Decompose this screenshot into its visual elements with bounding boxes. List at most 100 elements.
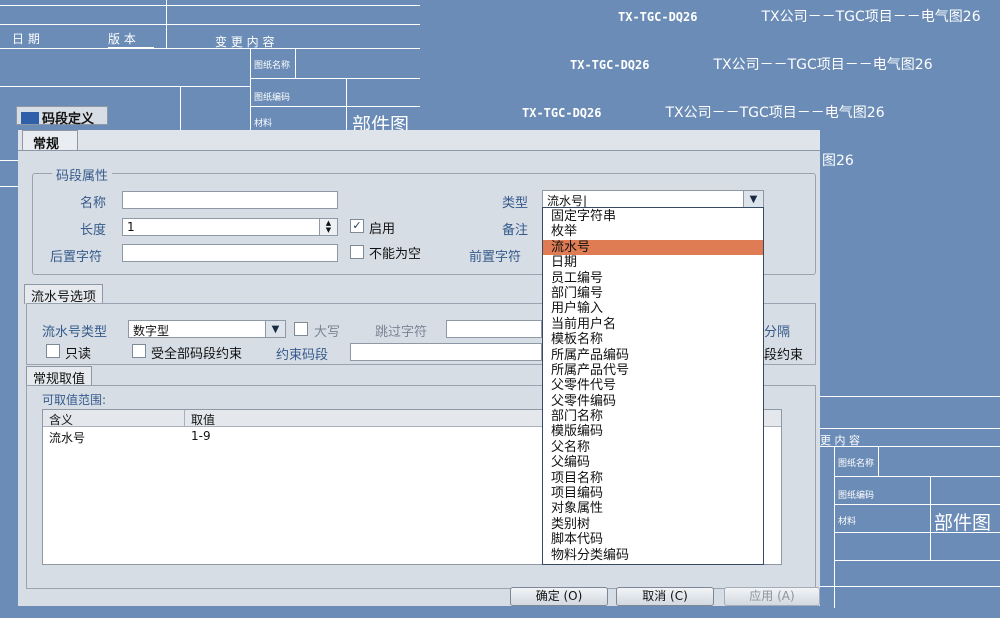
sheet-drawing-code-label-right: 图纸编码 <box>838 491 875 501</box>
tab-general[interactable]: 常规 <box>22 130 78 152</box>
dropdown-option[interactable]: 枚举 <box>543 224 763 239</box>
dropdown-option[interactable]: 所属产品编码 <box>543 348 763 363</box>
enable-label: 启用 <box>369 222 396 237</box>
main-tab-strip <box>18 130 820 150</box>
dropdown-option[interactable]: 父名称 <box>543 440 763 455</box>
type-combobox-value: 流水号 <box>547 194 584 208</box>
tab-general-values[interactable]: 常规取值 <box>26 366 93 387</box>
sheet-line <box>346 78 347 130</box>
type-dropdown-list[interactable]: 固定字符串 枚举 流水号 日期 员工编号 部门编号 用户输入 当前用户名 模板名称 所属产品编码所… <box>542 207 764 565</box>
dropdown-option[interactable]: 用户输入 <box>543 301 763 316</box>
dropdown-option[interactable]: 模板名称 <box>543 332 763 347</box>
cell-meaning: 流水号 <box>49 431 86 445</box>
dropdown-option[interactable]: 员工编号 <box>543 271 763 286</box>
sheet-date-label: 日 期 <box>12 32 40 46</box>
enable-checkbox[interactable]: ✓ <box>350 219 364 233</box>
dropdown-option[interactable]: 固定字符串 <box>543 209 763 224</box>
sheet-parts-drawing-label-right: 部件图 <box>934 512 992 534</box>
sheet-line <box>820 396 1000 397</box>
suffix-label: 后置字符 <box>50 250 103 265</box>
tab-serial-options[interactable]: 流水号选项 <box>24 284 104 305</box>
uppercase-checkbox[interactable] <box>294 322 308 336</box>
apply-button[interactable]: 应用 (A) <box>724 587 820 606</box>
sheet-line <box>0 48 420 49</box>
length-label: 长度 <box>80 223 107 238</box>
skip-chars-label: 跳过字符 <box>375 325 428 340</box>
window-title: 码段定义 <box>16 106 108 127</box>
sheet-line <box>878 446 879 476</box>
serial-type-combobox[interactable]: 数字型 ▼ <box>128 320 286 338</box>
watermark-code: TX-TGC-DQ26 <box>618 10 698 24</box>
suffix-input[interactable] <box>122 244 338 262</box>
length-spinbox[interactable]: 1 ▲ ▼ <box>122 218 338 236</box>
not-null-label: 不能为空 <box>369 247 422 262</box>
constraint-label-partial: 段约束 <box>764 348 804 363</box>
sheet-line <box>930 476 931 560</box>
dropdown-option[interactable]: 脚本代码 <box>543 532 763 547</box>
sheet-line <box>0 186 18 187</box>
ok-button[interactable]: 确定 (O) <box>510 587 608 606</box>
sheet-line <box>250 78 420 79</box>
watermark-row: TX-TGC-DQ26 TX公司－－TGC项目－－电气图26 <box>618 6 981 26</box>
bound-all-label: 受全部码段约束 <box>151 347 243 362</box>
dropdown-option[interactable]: 所属产品代号 <box>543 363 763 378</box>
not-null-checkbox[interactable] <box>350 245 364 259</box>
dropdown-option[interactable]: 流水号 <box>543 239 763 256</box>
sheet-line <box>834 504 1000 505</box>
cell-value: 1-9 <box>191 429 211 443</box>
sheet-line <box>0 160 18 161</box>
type-combobox[interactable]: 流水号| ▼ <box>542 190 764 208</box>
sheet-line <box>0 24 420 25</box>
sheet-drawing-name-label-right: 图纸名称 <box>838 459 875 469</box>
sheet-line <box>250 48 251 130</box>
watermark-title: TX公司－－TGC项目－－电气图26 <box>665 105 885 121</box>
sheet-line <box>250 106 420 107</box>
name-input[interactable] <box>122 191 338 209</box>
dropdown-option[interactable]: 父编码 <box>543 455 763 470</box>
dropdown-option[interactable]: 类别树 <box>543 517 763 532</box>
dropdown-option[interactable]: 部门名称 <box>543 409 763 424</box>
column-divider <box>184 410 185 427</box>
sheet-material-label: 材料 <box>254 119 273 129</box>
skip-chars-input[interactable] <box>446 320 542 338</box>
sheet-drawing-name-label: 图纸名称 <box>254 61 291 71</box>
sheet-line <box>820 428 1000 429</box>
cancel-button[interactable]: 取消 (C) <box>616 587 714 606</box>
sheet-change-label: 变 更 内 容 <box>215 35 275 49</box>
sheet-line <box>834 446 835 608</box>
segment-properties-legend: 码段属性 <box>52 165 113 184</box>
dropdown-option[interactable]: 物料分类编码 <box>543 548 763 563</box>
sheet-line <box>166 0 167 48</box>
window-title-text: 码段定义 <box>42 112 95 127</box>
sheet-line <box>180 86 181 130</box>
length-value: 1 <box>127 220 135 234</box>
watermark-title: TX公司－－TGC项目－－电气图26 <box>713 57 933 73</box>
bound-all-checkbox[interactable] <box>132 344 146 358</box>
chevron-down-icon[interactable]: ▼ <box>265 321 285 337</box>
dropdown-option[interactable]: 父零件编码 <box>543 394 763 409</box>
range-label: 可取值范围: <box>42 393 107 407</box>
name-label: 名称 <box>80 196 107 211</box>
dropdown-option[interactable]: 项目名称 <box>543 471 763 486</box>
dropdown-option[interactable]: 父零件代号 <box>543 378 763 393</box>
spin-arrows-icon[interactable]: ▲ ▼ <box>319 219 337 235</box>
watermark-code: TX-TGC-DQ26 <box>570 58 650 72</box>
sheet-line <box>820 586 1000 587</box>
watermark-row: TX-TGC-DQ26 TX公司－－TGC项目－－电气图26 <box>522 102 885 122</box>
constraint-code-input[interactable] <box>350 343 542 361</box>
dropdown-option[interactable]: 日期 <box>543 255 763 270</box>
watermark-partial: 图26 <box>822 153 854 169</box>
sheet-drawing-code-label: 图纸编码 <box>254 93 291 103</box>
dropdown-option[interactable]: 当前用户名 <box>543 317 763 332</box>
uppercase-label: 大写 <box>314 325 341 340</box>
readonly-checkbox[interactable] <box>46 344 60 358</box>
dropdown-option[interactable]: 模版编码 <box>543 424 763 439</box>
sheet-line <box>0 86 250 87</box>
dropdown-option[interactable]: 部门编号 <box>543 286 763 301</box>
separator-label-partial: 分隔 <box>764 325 791 340</box>
sheet-change-label-right: 更 内 容 <box>820 434 860 447</box>
remark-label: 备注 <box>502 223 529 238</box>
dropdown-option[interactable]: 对象属性 <box>543 501 763 516</box>
chevron-down-icon[interactable]: ▼ <box>743 191 763 207</box>
dropdown-option[interactable]: 项目编码 <box>543 486 763 501</box>
